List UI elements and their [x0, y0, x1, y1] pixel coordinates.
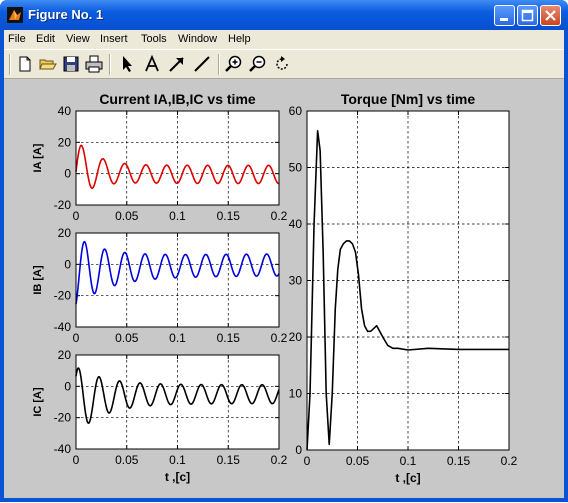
plot-area: 0 0.05 0.1 0.15 0.2-2002040Current IA,IB,IC … — [32, 91, 518, 485]
menu-file[interactable]: File — [8, 33, 26, 45]
arrow-pointer-icon[interactable] — [117, 54, 137, 74]
title-bar[interactable]: Figure No. 1 — [0, 0, 568, 30]
y-tick-label: 20 — [289, 330, 303, 344]
y-tick-label: -20 — [54, 289, 72, 303]
zoom-in-icon[interactable] — [224, 54, 244, 74]
toolbar-separator — [109, 54, 111, 75]
y-tick-label: -40 — [54, 320, 72, 334]
maximize-icon — [521, 9, 534, 22]
y-tick-label: 0 — [64, 257, 71, 271]
matlab-logo-icon — [7, 7, 23, 23]
y-tick-label: 0 — [295, 443, 302, 457]
y-axis-label: IC [A] — [32, 387, 44, 417]
subplot-2: 0 0.05 0.1 0.15 0.2 -40 -20 0 20 IB [A] — [32, 226, 288, 345]
window-title: Figure No. 1 — [28, 7, 104, 22]
close-button[interactable] — [540, 5, 561, 26]
rotate-3d-icon[interactable] — [272, 54, 292, 74]
insert-arrow-icon[interactable] — [167, 54, 187, 74]
figure-toolbar — [4, 49, 564, 79]
x-tick-label: 0 — [73, 209, 80, 223]
new-file-icon[interactable] — [15, 54, 35, 74]
figure-window: Figure No. 1 File Edit View Insert Tools… — [0, 0, 568, 502]
menu-help[interactable]: Help — [228, 33, 251, 45]
y-axis-label: IA [A] — [32, 143, 44, 172]
y-tick-label: 20 — [58, 348, 72, 362]
zoom-out-icon[interactable] — [248, 54, 268, 74]
subplot-1: 0 0.05 0.1 0.15 0.2-2002040Current IA,IB,IC … — [32, 91, 288, 223]
y-tick-label: -20 — [54, 411, 72, 425]
x-tick-label: 0.2 — [271, 331, 288, 345]
x-tick-label: 0.15 — [217, 209, 241, 223]
menu-window[interactable]: Window — [178, 33, 217, 45]
x-tick-label: 0.05 — [115, 209, 139, 223]
insert-text-icon[interactable] — [142, 54, 162, 74]
save-icon[interactable] — [61, 54, 81, 74]
x-tick-label: 0.1 — [169, 209, 186, 223]
x-tick-label: 0.15 — [217, 331, 241, 345]
x-axis-label: t ,[c] — [395, 471, 420, 485]
minimize-icon — [500, 18, 508, 21]
menu-bar: File Edit View Insert Tools Window Help — [4, 30, 564, 49]
menu-tools[interactable]: Tools — [141, 33, 167, 45]
subplot-3: 0 0.05 0.1 0.15 0.2 -40 -20 0 20 IC [A] t ,[c] — [32, 348, 288, 484]
maximize-button[interactable] — [517, 5, 538, 26]
x-tick-label: 0.1 — [169, 331, 186, 345]
plot-title: Torque [Nm] vs time — [341, 91, 476, 107]
x-tick-label: 0 — [73, 453, 80, 467]
figure-canvas: 0 0.05 0.1 0.15 0.2 -20 0 20 40 Current IA,IB,IC … — [4, 79, 564, 498]
y-tick-label: 40 — [289, 217, 303, 231]
y-tick-label: 40 — [58, 104, 72, 118]
x-axis-label: t ,[c] — [165, 470, 190, 484]
y-tick-label: 0 — [64, 379, 71, 393]
x-tick-label: 0.05 — [115, 453, 139, 467]
x-tick-label: 0.05 — [346, 454, 370, 468]
menu-view[interactable]: View — [66, 33, 90, 45]
menu-insert[interactable]: Insert — [100, 33, 128, 45]
y-tick-label: -40 — [54, 442, 72, 456]
y-tick-label: 60 — [289, 104, 303, 118]
x-tick-label: 0.2 — [271, 453, 288, 467]
y-tick-label: 50 — [289, 161, 303, 175]
print-icon[interactable] — [84, 54, 104, 74]
insert-line-icon[interactable] — [192, 54, 212, 74]
x-tick-label: 0.15 — [447, 454, 471, 468]
x-tick-label: 0.1 — [169, 453, 186, 467]
plot-title: Current IA,IB,IC vs time — [99, 91, 256, 107]
open-folder-icon[interactable] — [38, 54, 58, 74]
x-tick-label: 0.2 — [501, 454, 518, 468]
menu-edit[interactable]: Edit — [36, 33, 55, 45]
y-tick-label: 0 — [64, 167, 71, 181]
x-tick-label: 0 — [73, 331, 80, 345]
y-tick-label: -20 — [54, 198, 72, 212]
close-icon — [545, 10, 556, 21]
subplot-4: 0 0.05 0.1 0.15 0.2 0 10 20 30 40 50 60 Torque [Nm] … — [289, 91, 518, 485]
x-tick-label: 0.2 — [271, 209, 288, 223]
x-tick-label: 0 — [304, 454, 311, 468]
toolbar-separator — [218, 54, 220, 75]
x-tick-label: 0.1 — [400, 454, 417, 468]
y-tick-label: 20 — [58, 135, 72, 149]
minimize-button[interactable] — [494, 5, 515, 26]
x-tick-label: 0.05 — [115, 331, 139, 345]
y-tick-label: 20 — [58, 226, 72, 240]
y-axis-label: IB [A] — [32, 265, 44, 295]
y-tick-label: 30 — [289, 274, 303, 288]
toolbar-separator — [9, 54, 11, 75]
x-tick-label: 0.15 — [217, 453, 241, 467]
y-tick-label: 10 — [289, 387, 303, 401]
